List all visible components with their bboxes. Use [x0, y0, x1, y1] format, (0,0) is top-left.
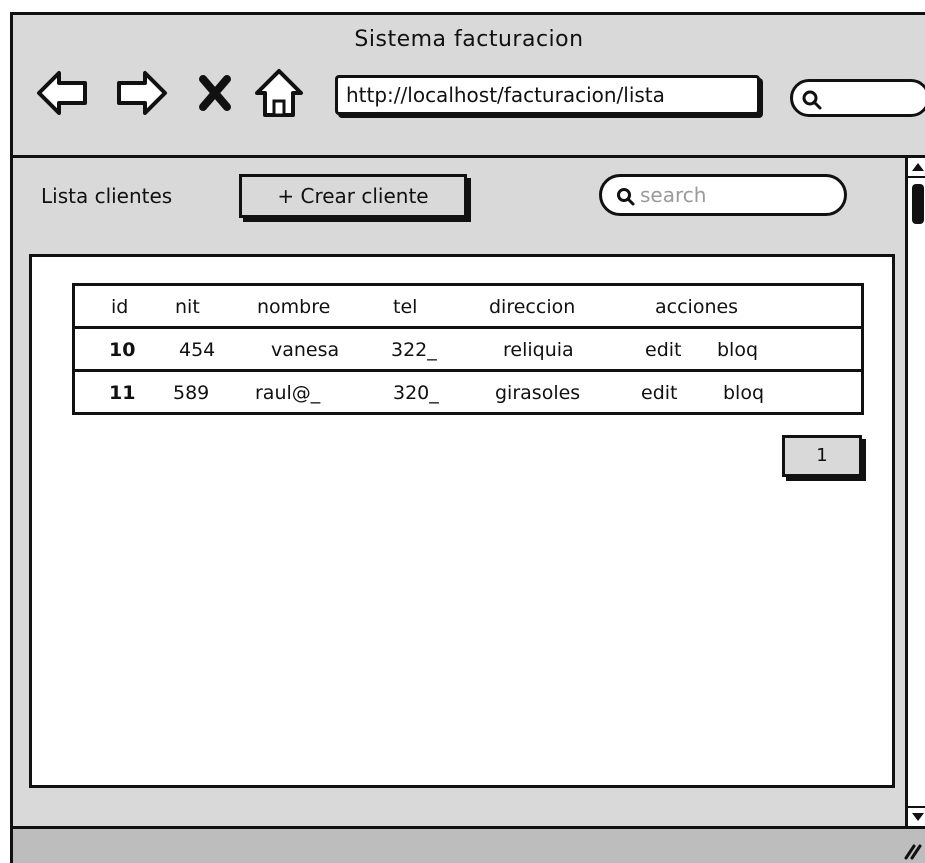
- column-header-tel: tel: [393, 296, 418, 318]
- cell-nit: 454: [179, 339, 216, 361]
- triangle-down-icon: [912, 813, 924, 821]
- clients-table: id nit nombre tel direccion acciones 10 …: [72, 283, 864, 415]
- scroll-thumb[interactable]: [912, 184, 924, 224]
- edit-link[interactable]: edit: [645, 339, 681, 361]
- browser-window: Sistema facturacion http://localhost/fac…: [10, 12, 925, 863]
- cell-id: 11: [109, 382, 136, 404]
- cell-id: 10: [109, 339, 136, 361]
- column-header-id: id: [111, 296, 129, 318]
- stop-icon[interactable]: [193, 65, 237, 121]
- cell-tel: 320_: [393, 382, 439, 404]
- search-placeholder: search: [640, 183, 707, 207]
- column-header-nombre: nombre: [257, 296, 331, 318]
- pagination-page-button[interactable]: 1: [782, 435, 862, 477]
- block-link[interactable]: bloq: [723, 382, 764, 404]
- create-client-button[interactable]: + Crear cliente: [239, 174, 467, 218]
- column-header-nit: nit: [175, 296, 200, 318]
- browser-titlebar: Sistema facturacion http://localhost/fac…: [13, 15, 925, 158]
- search-input[interactable]: search: [599, 174, 847, 216]
- cell-direccion: reliquia: [503, 339, 574, 361]
- search-icon: [617, 188, 635, 206]
- back-arrow-icon[interactable]: [35, 65, 91, 121]
- search-icon: [802, 90, 822, 110]
- column-header-direccion: direccion: [489, 296, 576, 318]
- block-link[interactable]: bloq: [717, 339, 758, 361]
- scroll-down-button[interactable]: [908, 806, 925, 826]
- vertical-scrollbar[interactable]: [905, 158, 925, 826]
- browser-search-field[interactable]: [790, 79, 925, 117]
- triangle-up-icon: [912, 163, 924, 171]
- page-content: Lista clientes + Crear cliente search id…: [13, 158, 905, 815]
- cell-tel: 322_: [391, 339, 437, 361]
- cell-nit: 589: [173, 382, 210, 404]
- edit-link[interactable]: edit: [641, 382, 677, 404]
- cell-nombre: raul@_: [255, 382, 321, 404]
- page-title: Lista clientes: [41, 184, 173, 208]
- cell-direccion: girasoles: [495, 382, 581, 404]
- column-header-acciones: acciones: [655, 296, 739, 318]
- scroll-up-button[interactable]: [908, 158, 925, 178]
- clients-panel: id nit nombre tel direccion acciones 10 …: [29, 254, 895, 788]
- status-bar: [13, 826, 925, 863]
- table-row: 11 589 raul@_ 320_ girasoles edit bloq: [72, 369, 864, 415]
- resize-grip-icon[interactable]: [900, 838, 922, 860]
- home-icon[interactable]: [251, 65, 307, 121]
- table-row: 10 454 vanesa 322_ reliquia edit bloq: [72, 326, 864, 372]
- table-header-row: id nit nombre tel direccion acciones: [72, 283, 864, 329]
- url-bar[interactable]: http://localhost/facturacion/lista: [335, 75, 760, 115]
- window-title: Sistema facturacion: [354, 27, 584, 52]
- cell-nombre: vanesa: [271, 339, 340, 361]
- forward-arrow-icon[interactable]: [113, 65, 169, 121]
